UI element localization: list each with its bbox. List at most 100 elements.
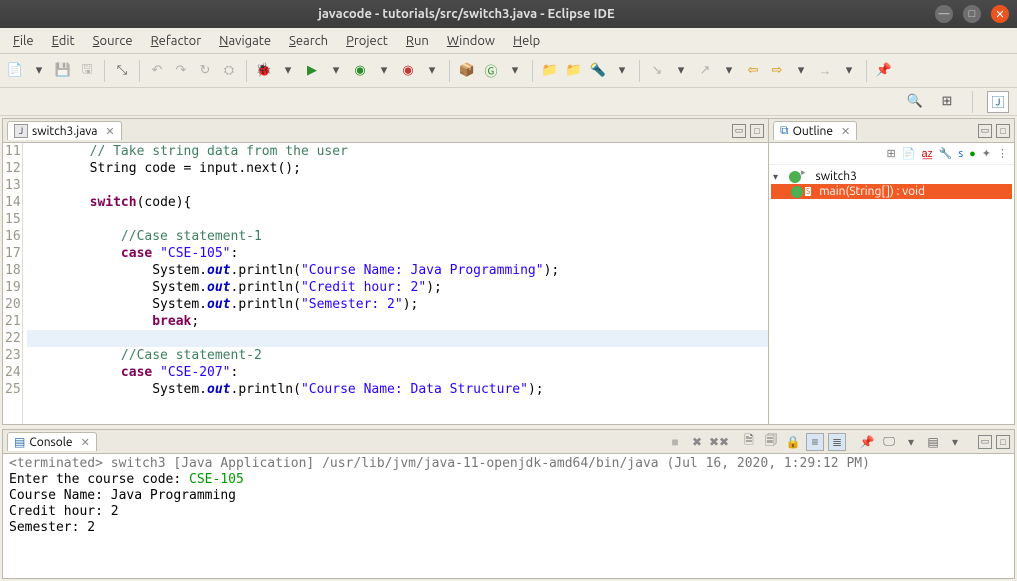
terminate-icon[interactable]: ■ (666, 433, 684, 451)
code-line-17[interactable]: case "CSE-105": (27, 245, 768, 262)
minimize-icon[interactable]: ▭ (732, 124, 746, 138)
code-line-18[interactable]: System.out.println("Course Name: Java Pr… (27, 262, 768, 279)
menu-source[interactable]: Source (84, 30, 142, 52)
save-icon[interactable]: 💾 (52, 60, 74, 82)
build-icon[interactable]: ⛭ (218, 60, 240, 82)
display-icon[interactable]: 🖵 (880, 433, 898, 451)
code-editor[interactable]: 111213141516171819202122232425 // Take s… (3, 143, 768, 424)
dropdown-icon[interactable]: ▾ (28, 60, 50, 82)
run-icon[interactable]: ▶ (301, 60, 323, 82)
wrap-icon[interactable]: ≡ (806, 433, 824, 451)
code-area[interactable]: // Take string data from the user String… (23, 143, 768, 424)
show-icon[interactable]: ≣ (828, 433, 846, 451)
back-icon[interactable]: ⇦ (742, 60, 764, 82)
coverage-icon[interactable]: ◉ (349, 60, 371, 82)
redo-icon[interactable]: ↷ (170, 60, 192, 82)
fwd-icon[interactable]: ⇨ (766, 60, 788, 82)
az-icon[interactable]: a͟z (921, 148, 932, 160)
code-line-14[interactable]: switch(code){ (27, 194, 768, 211)
maximize-icon[interactable]: □ (996, 124, 1010, 138)
code-line-22[interactable] (27, 330, 768, 347)
code-line-24[interactable]: case "CSE-207": (27, 364, 768, 381)
code-line-13[interactable] (27, 177, 768, 194)
maximize-button[interactable]: □ (963, 5, 981, 23)
dropdown-icon[interactable]: ▾ (902, 433, 920, 451)
dropdown-icon[interactable]: ▾ (611, 60, 633, 82)
redo2-icon[interactable]: ↻ (194, 60, 216, 82)
menu-project[interactable]: Project (337, 30, 397, 52)
outline-method-main[interactable]: S main(String[]) : void (771, 184, 1012, 199)
open-console-icon[interactable]: ▤ (924, 433, 942, 451)
console-output[interactable]: <terminated> switch3 [Java Application] … (3, 454, 1014, 578)
new-type-icon[interactable]: Ⓖ (480, 60, 502, 82)
remove-all-icon[interactable]: ✖✖ (710, 433, 728, 451)
pin-icon[interactable]: 📌 (873, 60, 895, 82)
outline-tab[interactable]: ⧉ Outline ✕ (773, 121, 857, 140)
dropdown-icon[interactable]: ▾ (373, 60, 395, 82)
wand-icon[interactable]: ⤡ (111, 60, 133, 82)
hide-static-icon[interactable]: s (958, 148, 963, 160)
dropdown-icon[interactable]: ▾ (946, 433, 964, 451)
folder-icon[interactable]: 📁 (539, 60, 561, 82)
search-icon[interactable]: 🔍 (904, 91, 926, 113)
dropdown-icon[interactable]: ▾ (325, 60, 347, 82)
code-line-11[interactable]: // Take string data from the user (27, 143, 768, 160)
menu-navigate[interactable]: Navigate (210, 30, 280, 52)
menu-refactor[interactable]: Refactor (142, 30, 211, 52)
code-line-12[interactable]: String code = input.next(); (27, 160, 768, 177)
menu-run[interactable]: Run (397, 30, 438, 52)
code-line-20[interactable]: System.out.println("Semester: 2"); (27, 296, 768, 313)
undo-icon[interactable]: ↶ (146, 60, 168, 82)
dropdown-icon[interactable]: ▾ (670, 60, 692, 82)
save-all-icon[interactable]: 🖫 (76, 60, 98, 82)
scroll-lock-icon[interactable]: 🗐 (762, 433, 780, 451)
minimize-button[interactable]: — (935, 5, 953, 23)
editor-tab-switch3[interactable]: J switch3.java ✕ (7, 121, 122, 140)
dropdown-icon[interactable]: ▾ (504, 60, 526, 82)
dropdown-icon[interactable]: ▾ (838, 60, 860, 82)
close-button[interactable]: ✕ (991, 5, 1009, 23)
search-icon[interactable]: 🔦 (587, 60, 609, 82)
star-icon[interactable]: ✦ (982, 147, 991, 160)
minimize-icon[interactable]: ▭ (978, 124, 992, 138)
new-class-icon[interactable]: 📁 (563, 60, 585, 82)
debug-icon[interactable]: 🐞 (253, 60, 275, 82)
expand-icon[interactable]: ▾ (773, 171, 785, 183)
remove-icon[interactable]: ✖ (688, 433, 706, 451)
dropdown-icon[interactable]: ▾ (718, 60, 740, 82)
step-icon[interactable]: ↘ (646, 60, 668, 82)
close-icon[interactable]: ✕ (81, 436, 90, 449)
open-perspective-icon[interactable]: ⊞ (936, 91, 958, 113)
java-perspective-icon[interactable]: 🄹 (987, 91, 1009, 113)
menu-help[interactable]: Help (504, 30, 549, 52)
clear-icon[interactable]: 🗎 (740, 433, 758, 451)
menu-search[interactable]: Search (280, 30, 337, 52)
new-icon[interactable]: 📄 (4, 60, 26, 82)
code-line-21[interactable]: break; (27, 313, 768, 330)
dropdown-icon[interactable]: ▾ (790, 60, 812, 82)
code-line-19[interactable]: System.out.println("Credit hour: 2"); (27, 279, 768, 296)
ext-tools-icon[interactable]: ◉ (397, 60, 419, 82)
filter-icon[interactable]: 📄 (902, 147, 916, 160)
menu-icon[interactable]: ⋮ (997, 147, 1008, 160)
sort-icon[interactable]: ⊞ (887, 147, 896, 160)
outline-class[interactable]: ▾ ▸ switch3 (771, 169, 1012, 184)
hide-fields-icon[interactable]: 🔧 (939, 147, 953, 160)
pin2-icon[interactable]: 🔒 (784, 433, 802, 451)
minimize-icon[interactable]: ▭ (978, 435, 992, 449)
close-icon[interactable]: ✕ (105, 125, 114, 138)
code-line-23[interactable]: //Case statement-2 (27, 347, 768, 364)
menu-file[interactable]: File (4, 30, 43, 52)
new-pkg-icon[interactable]: 📦 (456, 60, 478, 82)
dropdown-icon[interactable]: ▾ (277, 60, 299, 82)
console-tab[interactable]: ▤ Console ✕ (7, 432, 97, 451)
code-line-15[interactable] (27, 211, 768, 228)
menu-edit[interactable]: Edit (43, 30, 84, 52)
code-line-16[interactable]: //Case statement-1 (27, 228, 768, 245)
step2-icon[interactable]: ↗ (694, 60, 716, 82)
code-line-25[interactable]: System.out.println("Course Name: Data St… (27, 381, 768, 398)
menu-window[interactable]: Window (438, 30, 504, 52)
maximize-icon[interactable]: □ (996, 435, 1010, 449)
pin-console-icon[interactable]: 📌 (858, 433, 876, 451)
green-icon[interactable]: ● (969, 148, 976, 160)
